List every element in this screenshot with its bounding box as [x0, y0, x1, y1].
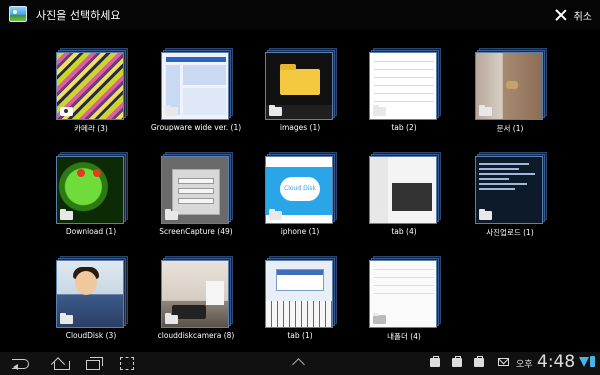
folder-icon — [165, 105, 178, 116]
gallery-app-icon — [9, 6, 27, 22]
back-icon[interactable] — [10, 356, 32, 370]
album-label: tab (1) — [287, 331, 313, 340]
action-bar: 사진을 선택하세요 취소 — [0, 0, 600, 30]
album-thumbnail — [369, 156, 437, 224]
cancel-button[interactable]: 취소 — [555, 5, 592, 25]
album-thumbnail — [161, 260, 229, 328]
album-groupware[interactable]: Groupware wide ver. (1) — [151, 30, 241, 132]
chevron-up-icon[interactable] — [292, 356, 306, 370]
album-thumbnail — [56, 52, 124, 120]
screenshot-icon[interactable] — [120, 356, 136, 370]
album-label: images (1) — [279, 123, 321, 132]
album-label: clouddiskcamera (8) — [157, 331, 235, 340]
album-download[interactable]: Download (1) — [53, 134, 129, 236]
folder-icon — [269, 105, 282, 116]
album-images[interactable]: images (1) — [262, 30, 338, 132]
album-thumbnail — [475, 156, 543, 224]
close-icon — [555, 9, 567, 21]
album-thumbnail — [265, 52, 333, 120]
album-label: 문서 (1) — [496, 124, 524, 133]
album-thumbnail — [369, 52, 437, 120]
folder-icon — [373, 313, 386, 324]
album-camera[interactable]: 카메라 (3) — [53, 30, 129, 133]
album-thumbnail — [56, 156, 124, 224]
album-tab-1[interactable]: tab (1) — [262, 238, 338, 340]
briefcase-icon — [452, 356, 462, 367]
folder-icon — [60, 209, 73, 220]
album-thumbnail: Cloud Disk — [265, 156, 333, 224]
album-thumbnail — [265, 260, 333, 328]
system-navigation-bar: 오후 4:48 — [0, 352, 600, 375]
cloud-disk-logo: Cloud Disk — [280, 177, 320, 201]
album-label: ScreenCapture (49) — [159, 227, 233, 236]
album-label: 사진업로드 (1) — [486, 228, 534, 237]
camera-icon — [60, 107, 73, 116]
album-thumbnail — [161, 52, 229, 120]
album-screencapture[interactable]: ScreenCapture (49) — [158, 134, 234, 236]
album-grid: 카메라 (3) Groupware wide ver. (1) images (… — [0, 30, 600, 352]
recent-apps-icon[interactable] — [86, 356, 104, 370]
album-thumbnail — [475, 52, 543, 120]
album-label: 카메라 (3) — [74, 124, 108, 133]
clock-time: 4:48 — [537, 352, 576, 372]
album-photo-upload[interactable]: 사진업로드 (1) — [472, 134, 548, 237]
album-thumbnail — [56, 260, 124, 328]
folder-icon — [269, 209, 282, 220]
album-clouddisk[interactable]: CloudDisk (3) — [53, 238, 129, 340]
album-clouddiskcamera[interactable]: clouddiskcamera (8) — [158, 238, 234, 340]
battery-icon — [590, 356, 595, 367]
wifi-icon — [579, 357, 589, 367]
briefcase-icon — [430, 356, 440, 367]
album-label: Groupware wide ver. (1) — [150, 123, 242, 132]
page-title: 사진을 선택하세요 — [36, 9, 121, 22]
home-icon[interactable] — [50, 356, 72, 370]
briefcase-icon — [474, 356, 484, 367]
album-label: 내폴더 (4) — [387, 332, 421, 341]
folder-icon — [165, 313, 178, 324]
folder-icon — [479, 209, 492, 220]
folder-icon — [165, 209, 178, 220]
folder-icon — [373, 209, 386, 220]
album-thumbnail — [161, 156, 229, 224]
folder-icon — [479, 105, 492, 116]
folder-icon — [60, 313, 73, 324]
album-label: CloudDisk (3) — [65, 331, 117, 340]
album-my-folder[interactable]: 내폴더 (4) — [366, 238, 442, 341]
album-tab-2[interactable]: tab (2) — [366, 30, 442, 132]
folder-icon — [373, 105, 386, 116]
album-documents[interactable]: 문서 (1) — [472, 30, 548, 133]
clock-ampm: 오후 — [516, 360, 533, 370]
cancel-label: 취소 — [573, 11, 592, 23]
album-iphone[interactable]: Cloud Disk iphone (1) — [262, 134, 338, 236]
album-label: Download (1) — [65, 227, 117, 236]
album-label: tab (2) — [391, 123, 417, 132]
album-tab-4[interactable]: tab (4) — [366, 134, 442, 236]
album-label: tab (4) — [391, 227, 417, 236]
mail-icon — [498, 358, 509, 366]
album-thumbnail — [369, 260, 437, 328]
album-label: iphone (1) — [280, 227, 320, 236]
